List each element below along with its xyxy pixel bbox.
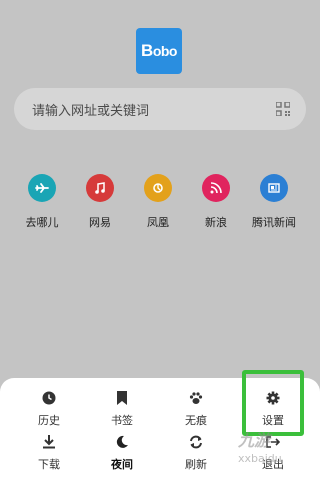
qr-scan-icon[interactable] xyxy=(276,102,290,116)
menu-history[interactable]: 历史 xyxy=(19,390,79,428)
shortcut-tencent-news[interactable]: 腾讯新闻 xyxy=(244,174,304,230)
shortcut-label: 网易 xyxy=(89,216,111,229)
search-input[interactable]: 请输入网址或关键词 xyxy=(32,100,276,119)
refresh-icon xyxy=(166,434,226,450)
search-bar[interactable]: 请输入网址或关键词 xyxy=(14,88,306,130)
moon-icon xyxy=(92,434,152,450)
bookmark-icon xyxy=(92,390,152,406)
download-icon xyxy=(19,434,79,450)
menu-label: 书签 xyxy=(111,414,133,427)
menu-label: 刷新 xyxy=(185,458,207,471)
menu-night-mode[interactable]: 夜间 xyxy=(92,434,152,472)
music-icon xyxy=(86,174,114,202)
shortcut-netease[interactable]: 网易 xyxy=(70,174,130,230)
shortcut-label: 去哪儿 xyxy=(25,216,59,229)
shortcut-ifeng[interactable]: 凤凰 xyxy=(128,174,188,230)
shortcut-label: 腾讯新闻 xyxy=(252,216,296,229)
menu-bookmarks[interactable]: 书签 xyxy=(92,390,152,428)
rss-icon xyxy=(202,174,230,202)
phoenix-icon xyxy=(144,174,172,202)
plane-icon xyxy=(28,174,56,202)
logo-letter: B xyxy=(141,41,153,60)
clock-icon xyxy=(19,390,79,406)
menu-label: 夜间 xyxy=(111,458,133,471)
shortcut-qunar[interactable]: 去哪儿 xyxy=(12,174,72,230)
menu-label: 无痕 xyxy=(185,414,207,427)
menu-label: 退出 xyxy=(262,458,284,471)
shortcut-label: 凤凰 xyxy=(147,216,169,229)
logo-text: obo xyxy=(152,43,178,59)
menu-exit[interactable]: 退出 xyxy=(243,434,303,472)
exit-icon xyxy=(243,434,303,450)
app-logo: Bobo xyxy=(136,28,182,74)
shortcut-sina[interactable]: 新浪 xyxy=(186,174,246,230)
menu-incognito[interactable]: 无痕 xyxy=(166,390,226,428)
paw-icon xyxy=(166,390,226,406)
shortcut-grid: 去哪儿 网易 凤凰 新浪 腾讯新闻 xyxy=(0,174,320,230)
news-icon xyxy=(260,174,288,202)
menu-download[interactable]: 下载 xyxy=(19,434,79,472)
bottom-menu-sheet: 历史 书签 无痕 设置 下载 夜间 刷新 退出 xyxy=(0,378,320,478)
gear-icon xyxy=(243,390,303,406)
menu-label: 历史 xyxy=(38,414,60,427)
menu-settings[interactable]: 设置 xyxy=(243,390,303,428)
menu-label: 设置 xyxy=(262,414,284,427)
shortcut-label: 新浪 xyxy=(205,216,227,229)
menu-refresh[interactable]: 刷新 xyxy=(166,434,226,472)
menu-label: 下载 xyxy=(38,458,60,471)
